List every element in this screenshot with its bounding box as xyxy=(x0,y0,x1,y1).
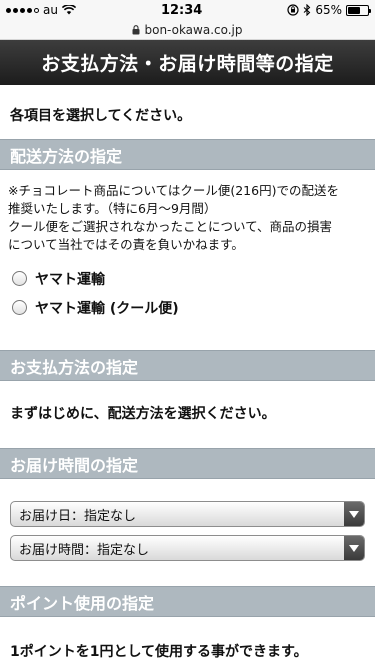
delivery-time-select[interactable]: お届け時間：指定なし xyxy=(10,535,365,561)
delivery-note: ※チョコレート商品についてはクール便(216円)での配送を 推奨いたします。（特… xyxy=(8,183,339,252)
points-message: 1ポイントを1円として使用する事ができます。 xyxy=(10,644,308,660)
radio-label: ヤマト運輸 (クール便) xyxy=(35,300,179,317)
url-domain: bon-okawa.co.jp xyxy=(144,22,243,37)
page-title: お支払方法・お届け時間等の指定 xyxy=(0,40,375,85)
section-header-delivery-time: お届け時間の指定 xyxy=(0,448,375,479)
section-header-payment: お支払方法の指定 xyxy=(0,350,375,381)
status-bar: au 12:34 65% xyxy=(0,0,375,20)
delivery-time-value: お届け時間：指定なし xyxy=(19,542,150,558)
dropdown-arrow-icon xyxy=(344,536,364,560)
delivery-date-value: お届け日：指定なし xyxy=(19,508,137,524)
bluetooth-icon xyxy=(303,4,311,16)
radio-option-yamato[interactable]: ヤマト運輸 xyxy=(0,264,375,293)
radio-button[interactable] xyxy=(12,271,27,286)
delivery-date-select[interactable]: お届け日：指定なし xyxy=(10,501,365,527)
orientation-lock-icon xyxy=(287,4,299,16)
battery-percentage: 65% xyxy=(315,3,342,17)
battery-icon xyxy=(346,4,371,16)
radio-label: ヤマト運輸 xyxy=(35,271,105,288)
status-time: 12:34 xyxy=(160,2,203,18)
url-bar[interactable]: bon-okawa.co.jp xyxy=(0,20,375,40)
carrier-label: au xyxy=(43,3,58,17)
section-header-points: ポイント使用の指定 xyxy=(0,586,375,617)
intro-text: 各項目を選択してください。 xyxy=(10,108,192,124)
radio-option-yamato-cool[interactable]: ヤマト運輸 (クール便) xyxy=(0,293,375,322)
section-header-delivery-method: 配送方法の指定 xyxy=(0,139,375,170)
signal-strength-icon xyxy=(6,7,39,13)
payment-message: まずはじめに、配送方法を選択ください。 xyxy=(10,406,276,422)
wifi-icon xyxy=(61,5,76,15)
radio-button[interactable] xyxy=(12,300,27,315)
lock-icon xyxy=(132,24,140,34)
dropdown-arrow-icon xyxy=(344,502,364,526)
